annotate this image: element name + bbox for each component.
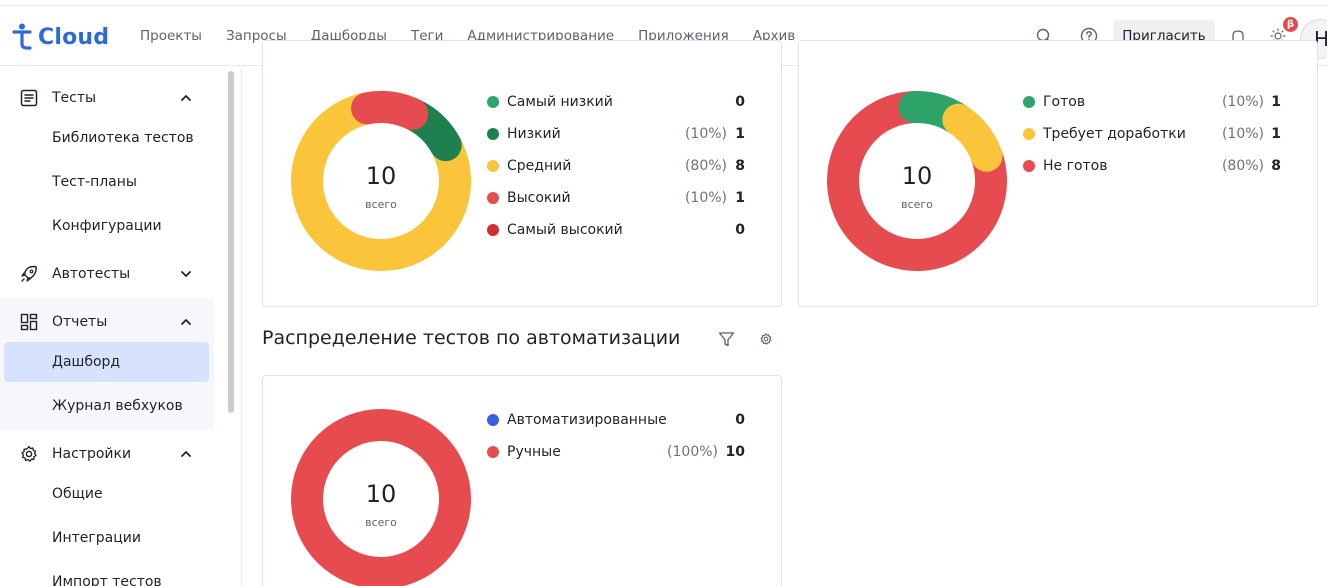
legend-label: Самый высокий [507, 222, 623, 238]
legend-label: Высокий [507, 190, 571, 206]
legend-item[interactable]: Средний (80%) 8 [487, 156, 745, 176]
automation-total: 10 [365, 480, 397, 508]
sidebar-section-label: Настройки [52, 446, 132, 462]
chevron-up-icon[interactable] [178, 314, 194, 330]
sidebar-section-label: Тесты [52, 90, 97, 106]
sidebar-scroll-thumb[interactable] [228, 71, 234, 413]
legend-percent: (10%) [1221, 126, 1264, 142]
legend-dot [487, 446, 499, 458]
legend-label: Ручные [507, 444, 561, 460]
sidebar-item-webhook-log[interactable]: Журнал вебхуков [4, 386, 209, 426]
legend-count: 1 [1271, 94, 1281, 110]
logo-text: Cloud [38, 24, 110, 50]
legend-percent: (80%) [684, 158, 727, 174]
sidebar-section-tests[interactable]: Тесты [0, 76, 214, 120]
legend-count: 10 [725, 444, 745, 460]
legend-count: 1 [735, 126, 745, 142]
sidebar-section-label: Автотесты [52, 266, 131, 282]
chevron-up-icon[interactable] [178, 90, 194, 106]
legend-percent: (10%) [684, 126, 727, 142]
legend-label: Самый низкий [507, 94, 613, 110]
legend-count: 0 [735, 222, 745, 238]
sidebar-item-test-library[interactable]: Библиотека тестов [4, 118, 209, 158]
legend-percent: (10%) [1221, 94, 1264, 110]
legend-label: Низкий [507, 126, 561, 142]
legend-label: Требует доработки [1043, 126, 1186, 142]
filter-icon[interactable] [716, 329, 736, 349]
legend-label: Средний [507, 158, 572, 174]
sidebar-section-label: Отчеты [52, 314, 108, 330]
status-total-caption: всего [901, 198, 933, 211]
sidebar-section-settings[interactable]: Настройки [0, 432, 214, 476]
legend-label: Не готов [1043, 158, 1108, 174]
legend-label: Автоматизированные [507, 412, 667, 428]
legend-count: 1 [1271, 126, 1281, 142]
logo[interactable]: Cloud [12, 22, 109, 52]
legend-item[interactable]: Готов (10%) 1 [1023, 92, 1281, 112]
sidebar-section-autotests[interactable]: Автотесты [0, 252, 214, 296]
sidebar-item-import-tests[interactable]: Импорт тестов [4, 562, 209, 586]
priority-total: 10 [365, 162, 397, 190]
legend-count: 0 [735, 412, 745, 428]
legend-item[interactable]: Ручные (100%) 10 [487, 442, 745, 462]
rocket-icon [21, 265, 37, 282]
sidebar-item-test-plans[interactable]: Тест-планы [4, 162, 209, 202]
legend-dot [487, 414, 499, 426]
legend-dot [487, 224, 499, 236]
sidebar: Тесты Библиотека тестов Тест-планы Конфи… [0, 67, 242, 586]
legend-item[interactable]: Низкий (10%) 1 [487, 124, 745, 144]
legend-dot [1023, 128, 1035, 140]
settings-gear-icon[interactable] [756, 329, 776, 349]
status-total: 10 [901, 162, 933, 190]
sidebar-item-dashboard[interactable]: Дашборд [4, 342, 209, 382]
document-list-icon [20, 89, 38, 107]
legend-item[interactable]: Самый низкий 0 [487, 92, 745, 112]
legend-item[interactable]: Автоматизированные 0 [487, 410, 745, 430]
chevron-down-icon[interactable] [178, 266, 194, 282]
sidebar-section-reports[interactable]: Отчеты [0, 300, 214, 344]
sidebar-item-general[interactable]: Общие [4, 474, 209, 514]
legend-item[interactable]: Требует доработки (10%) 1 [1023, 124, 1281, 144]
priority-total-caption: всего [365, 198, 397, 211]
legend-dot [487, 192, 499, 204]
chevron-up-icon[interactable] [178, 446, 194, 462]
automation-total-caption: всего [365, 516, 397, 529]
legend-dot [487, 96, 499, 108]
sidebar-item-integrations[interactable]: Интеграции [4, 518, 209, 558]
logo-icon [12, 23, 32, 50]
beta-badge: β [1283, 17, 1298, 32]
legend-count: 0 [735, 94, 745, 110]
legend-label: Готов [1043, 94, 1086, 110]
legend-item[interactable]: Высокий (10%) 1 [487, 188, 745, 208]
legend-item[interactable]: Не готов (80%) 8 [1023, 156, 1281, 176]
legend-dot [487, 160, 499, 172]
legend-dot [1023, 96, 1035, 108]
sidebar-item-configurations[interactable]: Конфигурации [4, 206, 209, 246]
legend-dot [487, 128, 499, 140]
legend-percent: (100%) [667, 444, 718, 460]
legend-item[interactable]: Самый высокий 0 [487, 220, 745, 240]
legend-count: 8 [1271, 158, 1281, 174]
legend-dot [1023, 160, 1035, 172]
nav-projects[interactable]: Проекты [140, 28, 202, 44]
dashboard-grid-icon [20, 313, 38, 331]
gear-icon [21, 445, 37, 462]
automation-section-title: Распределение тестов по автоматизации [262, 327, 681, 349]
legend-percent: (80%) [1221, 158, 1264, 174]
legend-percent: (10%) [684, 190, 727, 206]
legend-count: 8 [735, 158, 745, 174]
legend-count: 1 [735, 190, 745, 206]
